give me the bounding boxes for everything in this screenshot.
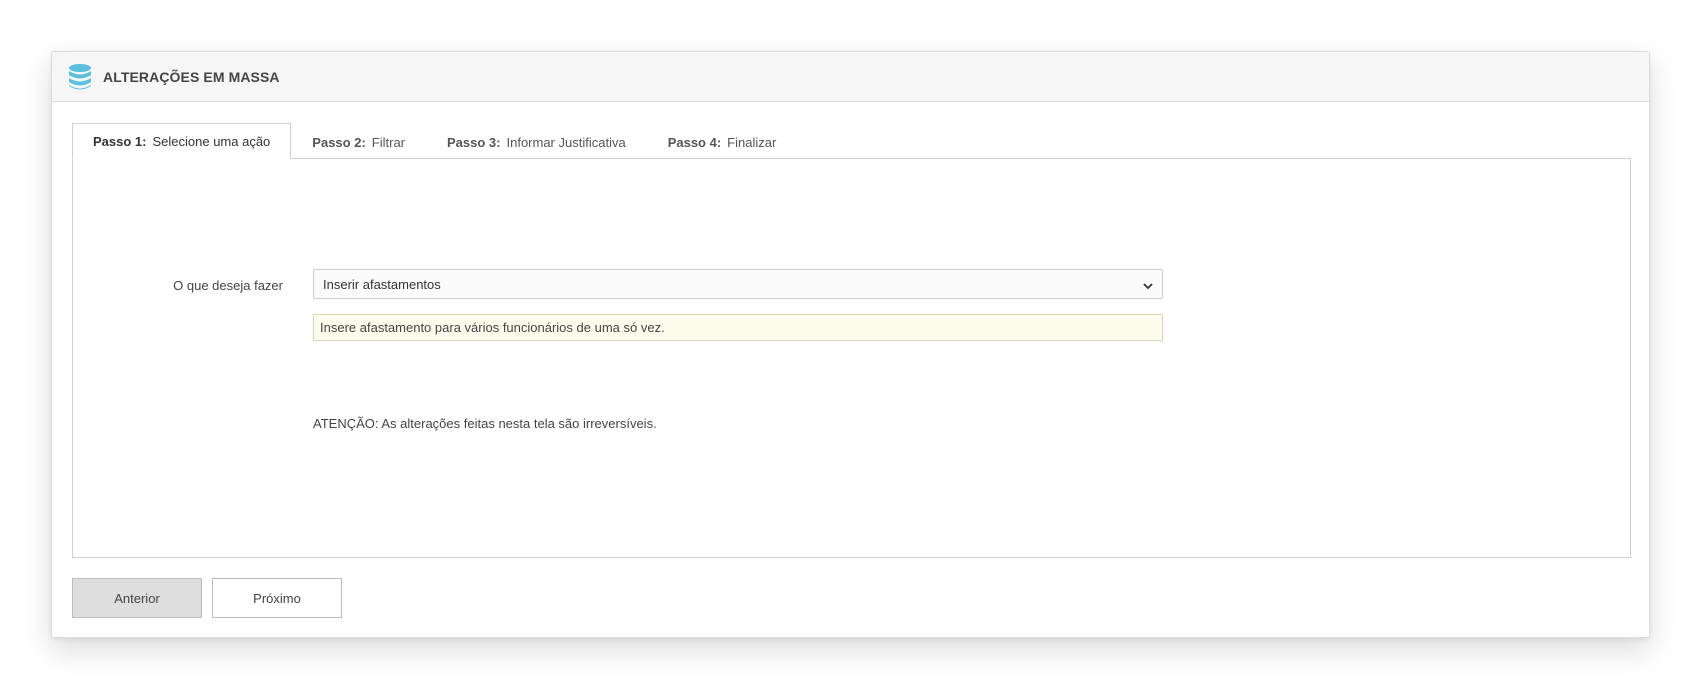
- tab-step-2[interactable]: Passo 2: Filtrar: [291, 125, 426, 159]
- tab-label: Filtrar: [371, 134, 405, 150]
- mass-changes-panel: ALTERAÇÕES EM MASSA Passo 1: Selecione u…: [51, 51, 1650, 638]
- action-label: O que deseja fazer: [173, 278, 283, 293]
- tab-step-number: Passo 1:: [93, 133, 147, 149]
- chevron-down-icon: [1143, 279, 1153, 290]
- tab-step-number: Passo 4:: [667, 134, 722, 150]
- action-description: Insere afastamento para vários funcionár…: [313, 314, 1163, 341]
- next-button[interactable]: Próximo: [212, 578, 342, 618]
- action-select[interactable]: Inserir afastamentos: [313, 269, 1163, 299]
- tab-label: Informar Justificativa: [506, 134, 626, 150]
- action-select-value: Inserir afastamentos: [323, 276, 441, 292]
- panel-title: ALTERAÇÕES EM MASSA: [103, 68, 280, 85]
- tab-step-number: Passo 3:: [447, 134, 501, 150]
- tab-content-step-1: O que deseja fazer Inserir afastamentos …: [72, 158, 1631, 558]
- wizard-tabs: Passo 1: Selecione uma ação Passo 2: Fil…: [72, 123, 797, 159]
- tab-step-4[interactable]: Passo 4: Finalizar: [647, 125, 798, 159]
- tab-step-3[interactable]: Passo 3: Informar Justificativa: [426, 125, 647, 159]
- tab-step-number: Passo 2:: [312, 134, 366, 150]
- tab-label: Finalizar: [727, 134, 777, 150]
- panel-header: ALTERAÇÕES EM MASSA: [52, 52, 1649, 102]
- database-icon: [67, 63, 93, 91]
- warning-text: ATENÇÃO: As alterações feitas nesta tela…: [313, 416, 657, 431]
- previous-button[interactable]: Anterior: [72, 578, 202, 618]
- tab-label: Selecione uma ação: [152, 133, 271, 149]
- tab-step-1[interactable]: Passo 1: Selecione uma ação: [72, 123, 292, 159]
